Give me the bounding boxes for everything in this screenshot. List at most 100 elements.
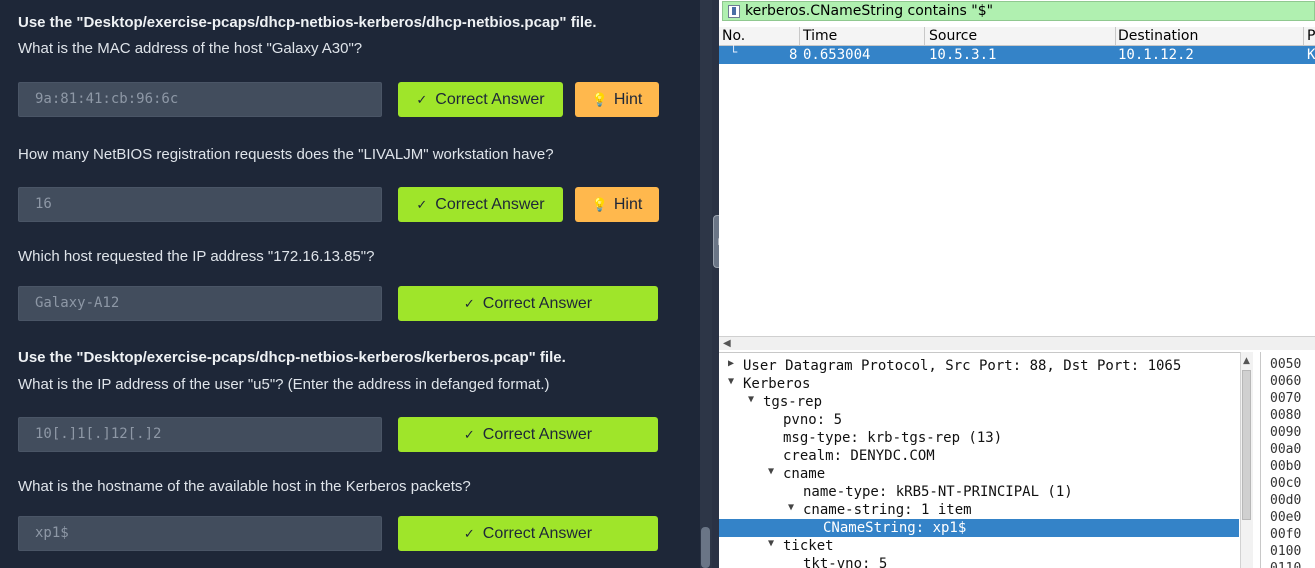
check-icon: ✓ (463, 525, 475, 541)
tree-item-tgs-rep[interactable]: ▼ tgs-rep (719, 393, 1239, 411)
answer-field-5[interactable]: xp1$ (18, 516, 382, 551)
hex-offset: 0100 (1270, 544, 1302, 559)
packet-no: 8 (789, 47, 798, 63)
tree-item-label: CNameString: xp1$ (823, 520, 967, 536)
quiz-scrollbar-thumb[interactable] (701, 527, 710, 568)
quiz-scrollbar[interactable] (700, 0, 712, 568)
tree-item-label: name-type: kRB5-NT-PRINCIPAL (1) (803, 484, 1073, 500)
hint-button-2[interactable]: 💡 Hint (575, 187, 659, 222)
question-5-text: What is the hostname of the available ho… (18, 478, 471, 495)
correct-answer-label: Correct Answer (435, 195, 545, 213)
quiz-panel: Use the "Desktop/exercise-pcaps/dhcp-net… (0, 0, 700, 568)
hex-offset: 00c0 (1270, 476, 1302, 491)
tree-item-ticket[interactable]: ▼ ticket (719, 537, 1239, 555)
column-source[interactable]: Source (929, 28, 977, 44)
packet-protocol: K (1307, 47, 1315, 63)
hint-label: Hint (613, 195, 643, 213)
correct-answer-button-5[interactable]: ✓ Correct Answer (398, 516, 658, 551)
tree-item-kerberos[interactable]: ▼ Kerberos (719, 375, 1239, 393)
tree-item-label: User Datagram Protocol, Src Port: 88, Ds… (743, 358, 1182, 374)
column-destination[interactable]: Destination (1118, 28, 1198, 44)
question-1-text: What is the MAC address of the host "Gal… (18, 40, 363, 57)
wireshark-window: kerberos.CNameString contains "$" No. Ti… (719, 0, 1315, 568)
scroll-up-icon[interactable]: ▲ (1243, 356, 1250, 366)
check-icon: ✓ (416, 196, 428, 212)
correct-answer-label: Correct Answer (482, 294, 593, 312)
hex-offset: 00f0 (1270, 527, 1302, 542)
column-divider[interactable] (924, 27, 925, 46)
column-no[interactable]: No. (722, 28, 745, 44)
check-icon: ✓ (416, 91, 428, 107)
answer-field-3[interactable]: Galaxy-A12 (18, 286, 382, 321)
question-3-text: Which host requested the IP address "172… (18, 248, 375, 265)
hex-offset: 0070 (1270, 391, 1302, 406)
tree-connector-icon: └ (730, 45, 738, 59)
collapse-arrow-icon[interactable]: ▼ (728, 376, 734, 387)
expand-arrow-icon[interactable]: ▶ (728, 358, 734, 369)
answer-field-4[interactable]: 10[.]1[.]12[.]2 (18, 417, 382, 452)
tree-item-label: ticket (783, 538, 834, 554)
hex-offset: 0060 (1270, 374, 1302, 389)
correct-answer-label: Correct Answer (435, 90, 545, 108)
tree-item-tkt-vno[interactable]: tkt-vno: 5 (719, 555, 1239, 568)
tree-item-msg-type[interactable]: msg-type: krb-tgs-rep (13) (719, 429, 1239, 447)
tree-item-label: cname-string: 1 item (803, 502, 972, 518)
answer-field-2[interactable]: 16 (18, 187, 382, 222)
tree-item-cname-string[interactable]: ▼ cname-string: 1 item (719, 501, 1239, 519)
tree-item-label: pvno: 5 (783, 412, 843, 428)
collapse-arrow-icon[interactable]: ▼ (768, 538, 774, 549)
bookmark-icon[interactable] (728, 5, 740, 18)
question-2-text: How many NetBIOS registration requests d… (18, 146, 554, 163)
hex-offset: 00a0 (1270, 442, 1302, 457)
packet-destination: 10.1.12.2 (1118, 47, 1194, 63)
column-protocol[interactable]: P (1307, 28, 1315, 44)
column-time[interactable]: Time (803, 28, 837, 44)
packet-source: 10.5.3.1 (929, 47, 997, 63)
packet-details-pane: ▶ User Datagram Protocol, Src Port: 88, … (719, 352, 1253, 568)
tree-item-crealm[interactable]: crealm: DENYDC.COM (719, 447, 1239, 465)
packet-list-hscrollbar[interactable]: ◀ (719, 336, 1315, 350)
answer-field-1[interactable]: 9a:81:41:cb:96:6c (18, 82, 382, 117)
column-divider[interactable] (799, 27, 800, 46)
hint-button-1[interactable]: 💡 Hint (575, 82, 659, 117)
hex-offset: 00e0 (1270, 510, 1302, 525)
correct-answer-button-2[interactable]: ✓ Correct Answer (398, 187, 563, 222)
tree-item-label: Kerberos (743, 376, 811, 392)
packet-list-header: No. Time Source Destination P (719, 27, 1315, 46)
tree-item-label: crealm: DENYDC.COM (783, 448, 935, 464)
correct-answer-button-3[interactable]: ✓ Correct Answer (398, 286, 658, 321)
collapse-arrow-icon[interactable]: ▼ (788, 502, 794, 513)
hex-offset: 0090 (1270, 425, 1302, 440)
pane-splitter[interactable] (712, 0, 719, 568)
scroll-left-icon[interactable]: ◀ (723, 338, 731, 349)
collapse-arrow-icon[interactable]: ▼ (748, 394, 754, 405)
question-4-text: What is the IP address of the user "u5"?… (18, 376, 550, 393)
correct-answer-label: Correct Answer (482, 524, 593, 542)
packet-row-selected[interactable]: └ 8 0.653004 10.5.3.1 10.1.12.2 K (719, 45, 1315, 64)
lightbulb-icon: 💡 (591, 196, 608, 212)
hex-offset: 00b0 (1270, 459, 1302, 474)
details-vscrollbar-thumb[interactable] (1242, 370, 1251, 520)
tree-item-label: cname (783, 466, 826, 482)
hex-offset: 0080 (1270, 408, 1302, 423)
hex-offset: 00d0 (1270, 493, 1302, 508)
correct-answer-button-4[interactable]: ✓ Correct Answer (398, 417, 658, 452)
tree-item-name-type[interactable]: name-type: kRB5-NT-PRINCIPAL (1) (719, 483, 1239, 501)
display-filter-bar[interactable]: kerberos.CNameString contains "$" (722, 1, 1315, 21)
collapse-arrow-icon[interactable]: ▼ (768, 466, 774, 477)
tree-item-pvno[interactable]: pvno: 5 (719, 411, 1239, 429)
tree-item-label: msg-type: krb-tgs-rep (13) (783, 430, 1003, 446)
packet-bytes-pane: 0050 0060 0070 0080 0090 00a0 00b0 00c0 … (1260, 352, 1315, 568)
correct-answer-button-1[interactable]: ✓ Correct Answer (398, 82, 563, 117)
display-filter-input[interactable]: kerberos.CNameString contains "$" (745, 3, 993, 19)
tree-item-cnamestring-selected[interactable]: CNameString: xp1$ (719, 519, 1239, 537)
hint-label: Hint (613, 90, 643, 108)
column-divider[interactable] (1303, 27, 1304, 46)
hex-offset: 0110 (1270, 561, 1301, 568)
tree-item-udp[interactable]: ▶ User Datagram Protocol, Src Port: 88, … (719, 357, 1239, 375)
column-divider[interactable] (1115, 27, 1116, 46)
tree-item-cname[interactable]: ▼ cname (719, 465, 1239, 483)
pcap-instruction-2: Use the "Desktop/exercise-pcaps/dhcp-net… (18, 349, 566, 366)
tree-item-label: tkt-vno: 5 (803, 556, 888, 568)
correct-answer-label: Correct Answer (482, 425, 593, 443)
